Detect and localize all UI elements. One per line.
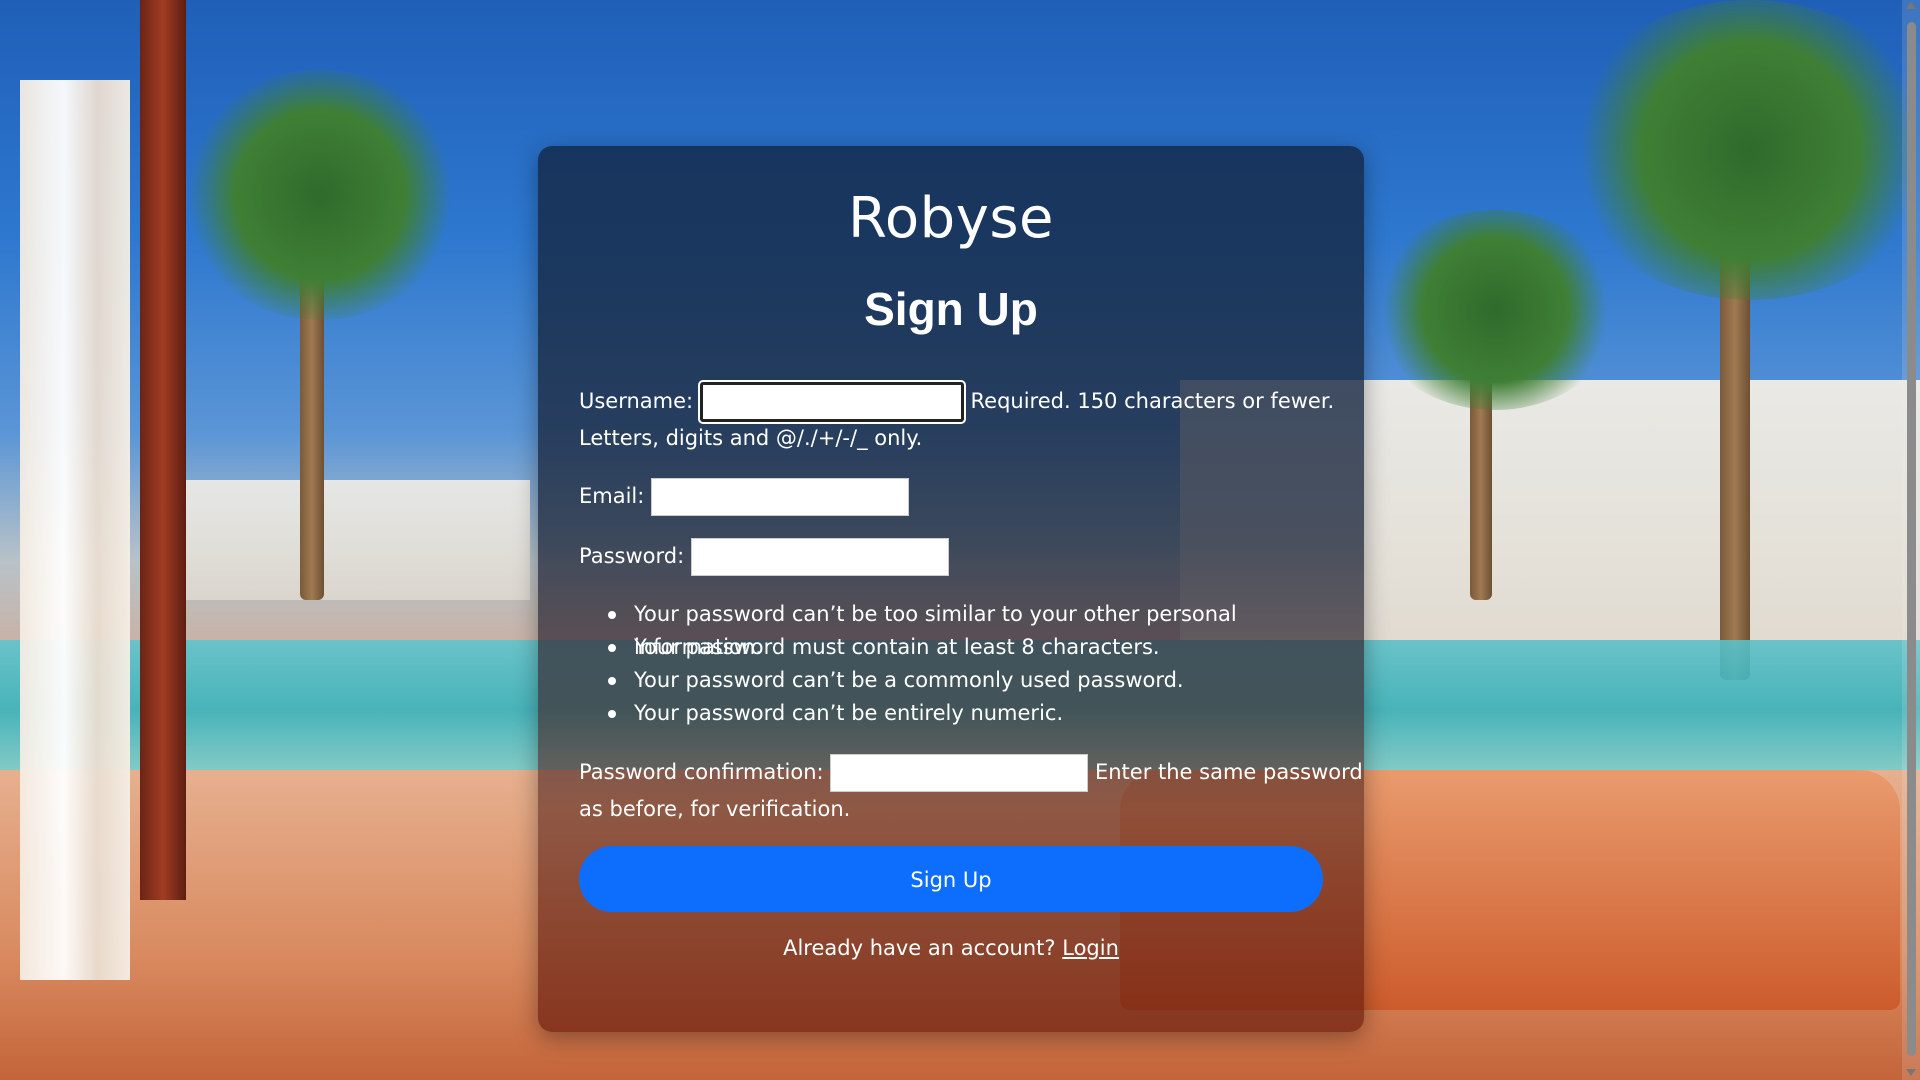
confirm-password-input[interactable] xyxy=(830,754,1089,792)
password-rule: Your password can’t be a commonly used p… xyxy=(608,664,1364,697)
cabana-post xyxy=(140,0,186,900)
password-rule: Your password can’t be too similar to yo… xyxy=(608,598,1364,659)
login-prompt-line: Already have an account? Login xyxy=(538,936,1364,960)
password-label: Password: xyxy=(579,544,685,568)
palm-tree xyxy=(1560,0,1920,300)
login-link[interactable]: Login xyxy=(1062,936,1119,960)
username-help: Required. 150 characters or fewer. xyxy=(970,389,1335,413)
password-input[interactable] xyxy=(690,538,949,576)
page-title: Sign Up xyxy=(864,283,1038,335)
confirm-row: Password confirmation: Enter the same pa… xyxy=(579,754,1363,792)
password-rule: Your password can’t be entirely numeric. xyxy=(608,697,1364,730)
password-rule: Your password must contain at least 8 ch… xyxy=(608,631,1364,664)
confirm-label: Password confirmation: xyxy=(579,760,824,784)
username-row: Username: Required. 150 characters or fe… xyxy=(579,380,1335,424)
password-row: Password: xyxy=(579,538,949,576)
palm-tree xyxy=(1370,210,1620,410)
username-input[interactable] xyxy=(697,380,966,424)
background-building-left xyxy=(150,480,530,600)
confirm-help-2: as before, for verification. xyxy=(579,797,851,821)
brand-name: Robyse xyxy=(848,186,1054,251)
signup-card: Robyse Sign Up Username: Required. 150 c… xyxy=(538,146,1364,1032)
login-prompt: Already have an account? xyxy=(783,936,1056,960)
curtain xyxy=(20,80,130,980)
scroll-up-icon[interactable] xyxy=(1906,2,1916,9)
username-label: Username: xyxy=(579,389,694,413)
email-row: Email: xyxy=(579,478,910,516)
email-label: Email: xyxy=(579,484,645,508)
scroll-down-icon[interactable] xyxy=(1906,1069,1916,1076)
password-rules-list: Your password can’t be too similar to yo… xyxy=(608,598,1364,730)
page-scrollbar[interactable] xyxy=(1902,0,1920,1080)
scroll-thumb[interactable] xyxy=(1907,22,1916,1056)
email-input[interactable] xyxy=(651,478,910,516)
signup-button[interactable]: Sign Up xyxy=(579,846,1323,912)
username-help-2: Letters, digits and @/./+/-/_ only. xyxy=(579,426,923,450)
confirm-help-row: as before, for verification. xyxy=(579,791,850,827)
confirm-help: Enter the same password xyxy=(1094,760,1363,784)
username-help-row: Letters, digits and @/./+/-/_ only. xyxy=(579,420,922,456)
palm-tree xyxy=(180,70,460,320)
